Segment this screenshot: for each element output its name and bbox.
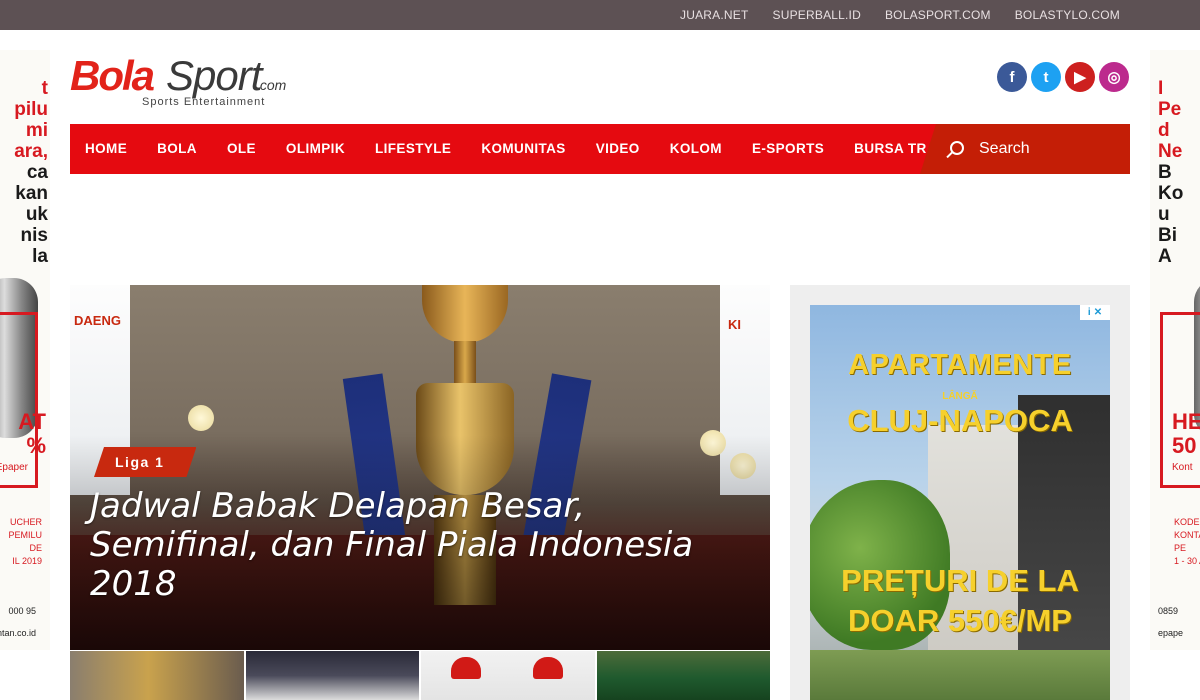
left-ad-promo: AT %	[18, 409, 46, 458]
instagram-icon[interactable]: ◎	[1099, 62, 1129, 92]
sidebar-apartment-ad[interactable]: APARTAMENTE LÂNGĂ CLUJ-NAPOCA PREȚURI DE…	[810, 305, 1110, 700]
search-icon	[950, 141, 964, 155]
nav-item-ole[interactable]: OLE	[212, 124, 271, 174]
nav-item-home[interactable]: HOME	[70, 124, 142, 174]
banner-right-text: KI	[728, 317, 741, 332]
social-links: f t ▶ ◎	[997, 62, 1129, 92]
adchoices-badge[interactable]: i ✕	[1080, 305, 1110, 320]
left-ad-promo-sub: Epaper	[0, 462, 28, 473]
category-badge[interactable]: Liga 1	[94, 447, 196, 477]
logo-tagline: Sports Entertainment	[142, 96, 266, 108]
ad-city: CLUJ-NAPOCA	[847, 403, 1073, 438]
right-ad-headline-red: I Pe d Ne	[1158, 78, 1183, 162]
right-ad-footer: KODE KONTA PE 1 - 30 A	[1174, 517, 1200, 566]
link-superball[interactable]: SUPERBALL.ID	[773, 8, 861, 22]
ad-small-text: LÂNGĂ	[942, 391, 978, 402]
logo-sport: Sport	[166, 52, 262, 99]
left-ad-headline-red: t pilu mi ara,	[14, 78, 48, 162]
main-nav: HOME BOLA OLE OLIMPIK LIFESTYLE KOMUNITA…	[70, 124, 1130, 174]
cap-shape	[451, 657, 481, 679]
logo-domain: .com	[256, 77, 287, 93]
flower	[188, 405, 214, 431]
search-input[interactable]: Search	[979, 124, 1030, 174]
search-box[interactable]: Search	[920, 124, 1130, 174]
nav-item-video[interactable]: VIDEO	[581, 124, 655, 174]
article-thumbnails	[70, 651, 770, 700]
network-links: JUARA.NET SUPERBALL.ID BOLASPORT.COM BOL…	[680, 0, 1120, 30]
right-ad-contact: 0859 epape	[1158, 606, 1184, 638]
right-ad-promo: HE 50	[1172, 409, 1200, 458]
right-ad-promo-sub: Kont	[1172, 462, 1193, 473]
trophy-stem	[454, 341, 476, 385]
headline-article[interactable]: DAENG KI Liga 1 Jadwal Babak Delapan Bes…	[70, 285, 770, 650]
youtube-icon[interactable]: ▶	[1065, 62, 1095, 92]
right-ad-headline: I Pe d Ne B Ko u Bi A	[1158, 78, 1183, 267]
ad-headline: APARTAMENTE	[848, 349, 1072, 381]
thumbnail-team[interactable]	[596, 651, 770, 700]
banner-left-text: DAENG	[74, 313, 121, 328]
trophy-top	[422, 285, 508, 343]
thumbnail-players[interactable]	[245, 651, 419, 700]
nav-item-olimpik[interactable]: OLIMPIK	[271, 124, 360, 174]
ad-price: PREȚURI DE LA DOAR 550€/MP	[841, 563, 1079, 638]
left-ad-contact: 000 95 ontan.co.id	[0, 606, 36, 638]
right-ad-headline-black: B Ko u Bi A	[1158, 162, 1184, 267]
info-icon[interactable]: i	[1088, 307, 1091, 319]
left-ad-headline-black: ca kan uk nis la	[15, 162, 48, 267]
left-ad-headline: t pilu mi ara, ca kan uk nis la	[14, 78, 48, 267]
nav-item-lifestyle[interactable]: LIFESTYLE	[360, 124, 466, 174]
left-skyscraper-ad[interactable]: t pilu mi ara, ca kan uk nis la AT % Epa…	[0, 50, 50, 650]
top-bar: JUARA.NET SUPERBALL.ID BOLASPORT.COM BOL…	[0, 0, 1200, 30]
link-bolasport[interactable]: BOLASPORT.COM	[885, 8, 991, 22]
nav-item-komunitas[interactable]: KOMUNITAS	[466, 124, 580, 174]
nav-items: HOME BOLA OLE OLIMPIK LIFESTYLE KOMUNITA…	[70, 124, 1000, 174]
nav-item-kolom[interactable]: KOLOM	[655, 124, 737, 174]
headline-title[interactable]: Jadwal Babak Delapan Besar, Semifinal, d…	[90, 487, 710, 604]
thumbnail-drivers[interactable]	[421, 651, 595, 700]
right-skyscraper-ad[interactable]: I Pe d Ne B Ko u Bi A HE 50 Kont KODE KO…	[1150, 50, 1200, 650]
logo-bola: Bola	[70, 52, 155, 99]
link-bolastylo[interactable]: BOLASTYLO.COM	[1015, 8, 1120, 22]
twitter-icon[interactable]: t	[1031, 62, 1061, 92]
link-juara[interactable]: JUARA.NET	[680, 8, 748, 22]
thumbnail-trophy[interactable]	[70, 651, 244, 700]
nav-item-esports[interactable]: E-SPORTS	[737, 124, 839, 174]
left-ad-footer: UCHER PEMILU DE IL 2019	[8, 517, 42, 566]
ad-grass	[810, 650, 1110, 700]
nav-item-bola[interactable]: BOLA	[142, 124, 212, 174]
facebook-icon[interactable]: f	[997, 62, 1027, 92]
close-icon[interactable]: ✕	[1094, 307, 1102, 319]
site-logo[interactable]: Bola Sport .com Sports Entertainment	[70, 52, 300, 114]
cap-shape	[533, 657, 563, 679]
